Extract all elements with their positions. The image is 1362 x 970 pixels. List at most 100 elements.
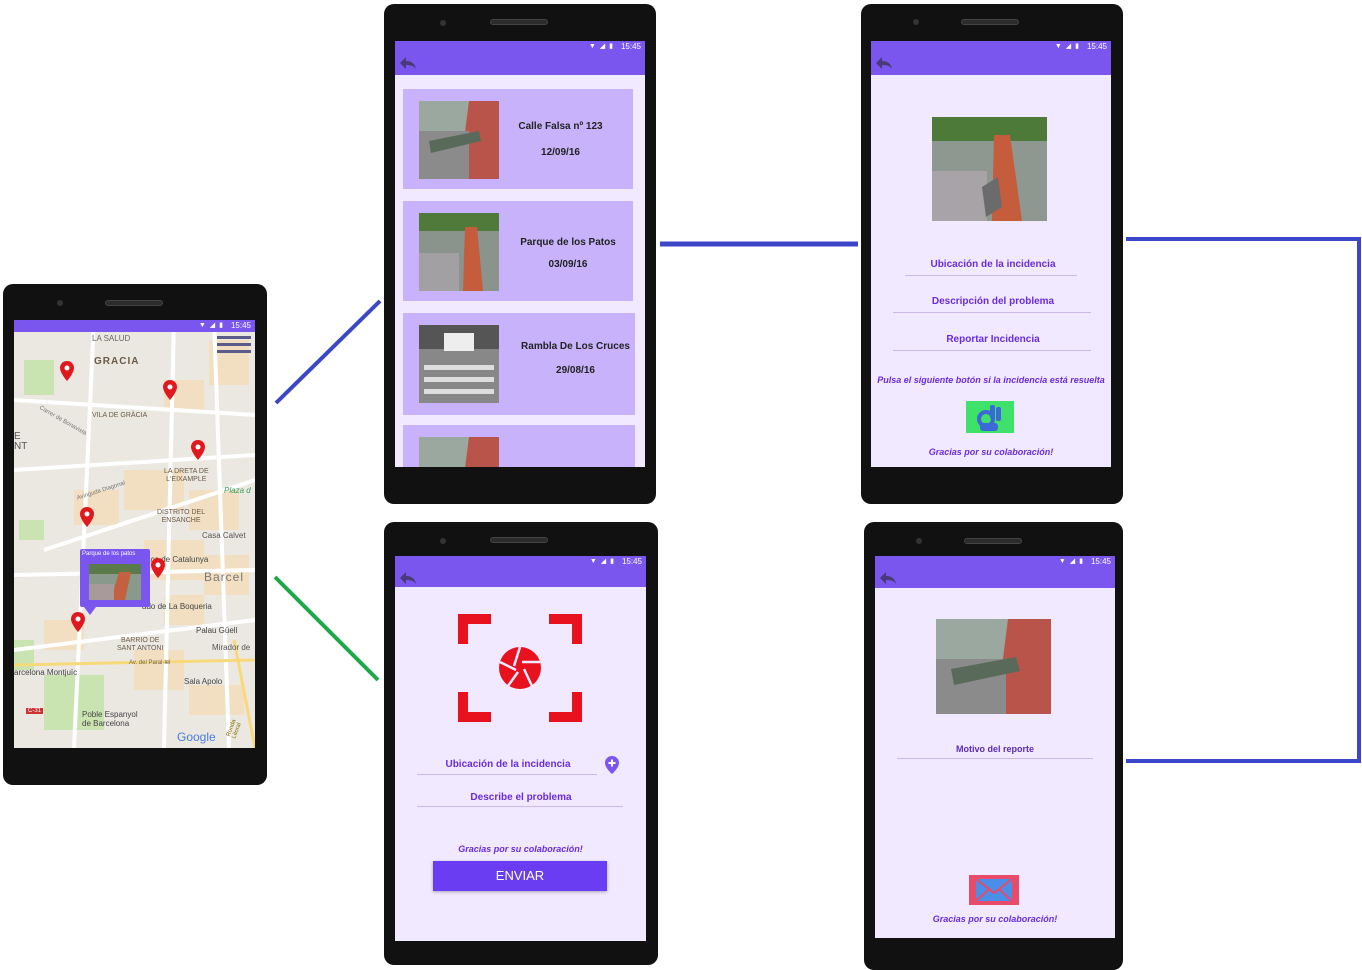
status-bar: ▼◢▮ 15:45 <box>14 320 255 332</box>
input-underline <box>897 758 1093 759</box>
list-item-address: Parque de los Patos <box>520 237 616 248</box>
front-camera <box>440 538 446 544</box>
map-label: Palau Güell <box>196 626 238 635</box>
divider <box>893 350 1091 351</box>
map-label: VILA DE GRÀCIA <box>92 412 148 419</box>
map-label: arcelona Montjuïc <box>14 668 78 677</box>
back-arrow-icon[interactable] <box>399 55 417 71</box>
popup-title: Parque de los patos <box>82 551 136 557</box>
location-link[interactable]: Ubicación de la incidencia <box>871 259 1111 270</box>
phone-list: ▼◢▮ 15:45 Calle Falsa nº 123 12/09/16 Pa… <box>384 4 656 504</box>
speaker-grill <box>964 538 1022 544</box>
map-label: Casa Calvet <box>202 531 246 540</box>
speaker-grill <box>490 537 548 543</box>
add-location-icon[interactable] <box>605 756 619 774</box>
list-item[interactable]: Calle Falsa nº 123 12/09/16 <box>403 89 633 189</box>
status-time: 15:45 <box>1086 42 1107 51</box>
map-label: Plaza d <box>224 486 251 495</box>
status-bar: ▼◢▮ 15:45 <box>875 556 1115 568</box>
location-field[interactable]: Ubicación de la incidencia <box>417 759 599 770</box>
marker-popup[interactable]: Parque de los patos <box>80 549 150 615</box>
status-time: 15:45 <box>230 321 251 330</box>
phone-new-incident: ▼◢▮ 15:45 Ubicación de la incidencia Des… <box>384 522 658 965</box>
status-bar: ▼◢▮ 15:45 <box>395 41 645 53</box>
phone-report: ▼◢▮ 15:45 Motivo del reporte Gracias por… <box>864 522 1123 970</box>
list-item[interactable]: Rambla De Los Cruces 29/08/16 <box>403 313 635 415</box>
list-item-address: Calle Falsa nº 123 <box>518 121 603 132</box>
report-screen: ▼◢▮ 15:45 Motivo del reporte Gracias por… <box>875 556 1115 938</box>
incident-photo <box>419 437 499 467</box>
map-label: Mirador de <box>212 643 251 652</box>
incident-photo <box>932 117 1047 221</box>
describe-field[interactable]: Describe el problema <box>417 792 625 803</box>
map-marker-icon[interactable] <box>191 440 205 460</box>
list-item[interactable] <box>403 425 635 467</box>
map-label: ado de La Boqueria <box>142 602 212 611</box>
status-time: 15:45 <box>1090 557 1111 566</box>
connector-detail-to-report <box>1126 237 1361 763</box>
status-icons: ▼◢▮ <box>589 558 618 565</box>
front-camera <box>913 19 919 25</box>
status-bar: ▼◢▮ 15:45 <box>395 556 646 568</box>
status-icons: ▼◢▮ <box>198 322 227 329</box>
map-marker-icon[interactable] <box>71 612 85 632</box>
speaker-grill <box>105 300 163 306</box>
map-label: Av. del Paral·lel <box>129 660 171 666</box>
status-icons: ▼◢▮ <box>1058 558 1087 565</box>
list-item[interactable]: Parque de los Patos 03/09/16 <box>403 201 633 301</box>
map-label: DISTRITO DEL ENSANCHE <box>157 509 206 524</box>
app-bar <box>871 53 1111 75</box>
map-label: LA SALUD <box>92 334 131 343</box>
front-camera <box>440 20 446 26</box>
map-label: BARRIO DE SANT ANTONI <box>117 637 164 652</box>
status-bar: ▼◢▮ 15:45 <box>871 41 1111 53</box>
map-marker-icon[interactable] <box>60 361 74 381</box>
map-label: LA DRETA DE L'EIXAMPLE <box>164 468 209 483</box>
connector-map-to-new <box>273 575 380 682</box>
popup-photo <box>89 564 141 600</box>
thanks-text: Gracias por su colaboración! <box>928 447 1054 457</box>
front-camera <box>57 300 63 306</box>
resolved-button[interactable] <box>966 401 1014 433</box>
incident-photo <box>419 101 499 179</box>
app-bar <box>395 53 645 75</box>
reason-field[interactable]: Motivo del reporte <box>875 744 1115 754</box>
thanks-text: Gracias por su colaboración! <box>458 844 583 854</box>
hamburger-menu-icon[interactable] <box>217 336 251 356</box>
map-screen: ▼◢▮ 15:45 LA SALUD GRACIA VILA DE GRÀCIA… <box>14 320 255 748</box>
detail-screen: ▼◢▮ 15:45 Ubicación de la incidencia Des… <box>871 41 1111 467</box>
list-item-address: Rambla De Los Cruces <box>521 341 630 352</box>
envelope-icon <box>975 878 1013 902</box>
list-item-date: 03/09/16 <box>548 259 588 270</box>
map-label: Poble Espanyol de Barcelona <box>82 710 138 728</box>
status-time: 15:45 <box>620 42 641 51</box>
map-label: E NT <box>14 431 28 452</box>
input-underline <box>417 806 623 807</box>
send-button[interactable]: ENVIAR <box>433 861 607 891</box>
report-link[interactable]: Reportar Incidencia <box>871 334 1111 345</box>
phone-map: ▼◢▮ 15:45 LA SALUD GRACIA VILA DE GRÀCIA… <box>3 284 267 785</box>
camera-shutter-icon[interactable] <box>458 614 582 722</box>
map-marker-icon[interactable] <box>80 507 94 527</box>
map-marker-icon[interactable] <box>151 558 165 578</box>
description-link[interactable]: Descripción del problema <box>871 296 1111 307</box>
send-report-button[interactable] <box>969 875 1019 905</box>
speaker-grill <box>961 19 1019 25</box>
resolved-prompt: Pulsa el siguiente botón si la incidenci… <box>877 375 1105 385</box>
divider <box>893 312 1091 313</box>
back-arrow-icon[interactable] <box>875 55 893 71</box>
divider <box>905 275 1077 276</box>
front-camera <box>916 538 922 544</box>
ok-hand-icon <box>977 405 1001 431</box>
phone-detail: ▼◢▮ 15:45 Ubicación de la incidencia Des… <box>861 4 1123 504</box>
list-item-date: 29/08/16 <box>556 365 595 376</box>
thanks-text: Gracias por su colaboración! <box>932 914 1058 924</box>
connector-map-to-list <box>274 299 382 405</box>
map-marker-icon[interactable] <box>163 380 177 400</box>
new-incident-screen: ▼◢▮ 15:45 Ubicación de la incidencia Des… <box>395 556 646 941</box>
list-screen: ▼◢▮ 15:45 Calle Falsa nº 123 12/09/16 Pa… <box>395 41 645 467</box>
back-arrow-icon[interactable] <box>879 570 897 586</box>
status-icons: ▼◢▮ <box>1054 43 1083 50</box>
list-item-date: 12/09/16 <box>541 147 580 158</box>
back-arrow-icon[interactable] <box>399 570 417 586</box>
